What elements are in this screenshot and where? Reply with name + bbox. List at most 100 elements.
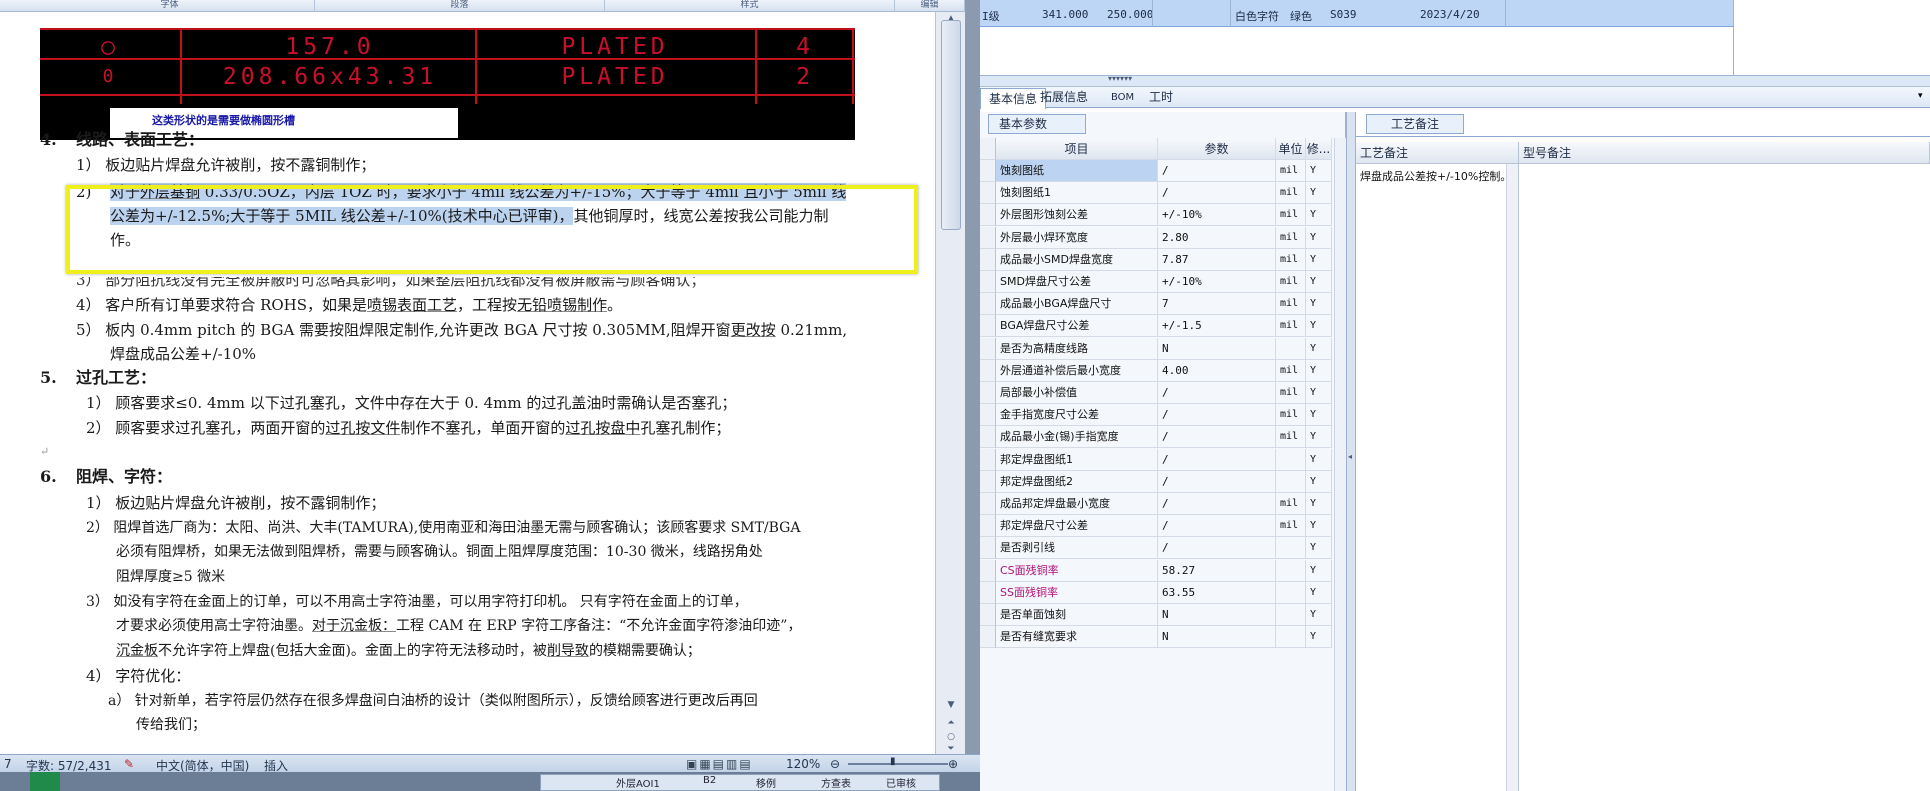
tab-work-hours[interactable]: 工时 <box>1141 87 1181 108</box>
grid-row[interactable]: 蚀刻图纸1/mil Y <box>980 182 1346 205</box>
cell-param[interactable]: N <box>1158 337 1276 360</box>
grid-row[interactable]: BGA焊盘尺寸公差 +/-1.5 mil Y <box>980 315 1346 338</box>
cell-modifiable[interactable]: Y <box>1306 493 1332 515</box>
splitter-grip-icon[interactable]: ▾▾▾▾▾▾ <box>1108 74 1132 83</box>
grid-scrollbar[interactable] <box>1334 138 1346 791</box>
cell-unit[interactable]: mil <box>1276 426 1306 449</box>
zoom-slider-thumb-icon[interactable]: ▮ <box>890 756 896 767</box>
grid-row[interactable]: 金手指宽度尺寸公差 / mil Y <box>980 404 1346 427</box>
cell-modifiable[interactable]: Y <box>1306 559 1332 582</box>
cell-param[interactable]: / <box>1158 470 1276 493</box>
cell-unit[interactable]: mil <box>1276 293 1306 316</box>
ribbon-group-font[interactable]: 字体 <box>25 0 315 12</box>
grid-row[interactable]: CS面残铜率 58.27 Y <box>980 559 1346 582</box>
splitter-bar[interactable]: ▾▾▾▾▾▾ <box>980 74 1930 86</box>
cell-param[interactable]: / <box>1158 448 1276 471</box>
remark-scrollbar[interactable] <box>1506 164 1518 791</box>
pane-splitter[interactable]: ◂ <box>1346 112 1356 791</box>
cell-unit[interactable] <box>1276 604 1306 626</box>
cell-modifiable[interactable]: Y <box>1306 160 1332 182</box>
ribbon-group-paragraph[interactable]: 段落 <box>315 0 605 12</box>
cell-unit[interactable]: mil <box>1276 271 1306 293</box>
tab-bom[interactable]: BOM <box>1103 87 1142 108</box>
cell-modifiable[interactable]: Y <box>1306 581 1332 604</box>
grid-row[interactable]: SS面残铜率 63.55 Y <box>980 581 1346 604</box>
scroll-down-arrow-icon[interactable]: ▼ <box>943 698 959 712</box>
cell-modifiable[interactable]: Y <box>1306 626 1332 649</box>
cell-item[interactable]: 局部最小补偿值 <box>996 382 1158 404</box>
grid-row[interactable]: 是否单面蚀刻 N Y <box>980 604 1346 626</box>
cell-unit[interactable]: mil <box>1276 382 1306 404</box>
cell-modifiable[interactable]: Y <box>1306 315 1332 338</box>
cell-modifiable[interactable]: Y <box>1306 604 1332 626</box>
cell-item[interactable]: SMD焊盘尺寸公差 <box>996 271 1158 293</box>
cell-unit[interactable]: mil <box>1276 493 1306 515</box>
tab-process-remarks[interactable]: 工艺备注 <box>1366 114 1464 134</box>
header-process-remark[interactable]: 工艺备注 <box>1356 142 1519 164</box>
cell-item[interactable]: 外层通道补偿后最小宽度 <box>996 359 1158 382</box>
cell-param[interactable]: 58.27 <box>1158 559 1276 582</box>
cell-item[interactable]: 蚀刻图纸1 <box>996 182 1158 205</box>
cell-modifiable[interactable]: Y <box>1306 537 1332 560</box>
grid-row[interactable]: 邦定焊盘尺寸公差 / mil Y <box>980 515 1346 538</box>
cell-param[interactable]: 4.00 <box>1158 359 1276 382</box>
cell-item[interactable]: 是否单面蚀刻 <box>996 604 1158 626</box>
header-model-remark[interactable]: 型号备注 <box>1519 142 1930 164</box>
cell-modifiable[interactable]: Y <box>1306 404 1332 427</box>
process-remark-text[interactable]: 焊盘成品公差按+/-10%控制。 <box>1360 168 1511 184</box>
cell-item[interactable]: 成品邦定焊盘最小宽度 <box>996 493 1158 515</box>
document-vertical-scrollbar[interactable]: ▲ ▼ ⏶ ○ ⏷ <box>935 12 965 754</box>
previous-page-icon[interactable]: ⏶ <box>943 716 959 730</box>
cell-param[interactable]: 63.55 <box>1158 581 1276 604</box>
cell-unit[interactable]: mil <box>1276 160 1306 182</box>
cell-param[interactable]: / <box>1158 515 1276 538</box>
cell-unit[interactable] <box>1276 337 1306 360</box>
cell-item[interactable]: 是否剥引线 <box>996 537 1158 560</box>
cell-unit[interactable] <box>1276 470 1306 493</box>
cell-modifiable[interactable]: Y <box>1306 226 1332 249</box>
cell-unit[interactable]: mil <box>1276 359 1306 382</box>
cell-unit[interactable] <box>1276 537 1306 560</box>
cell-unit[interactable]: mil <box>1276 315 1306 338</box>
cell-modifiable[interactable]: Y <box>1306 248 1332 271</box>
proofing-icon[interactable]: ✎ <box>124 757 134 771</box>
cell-unit[interactable]: mil <box>1276 182 1306 205</box>
tab-extended-info[interactable]: 拓展信息 <box>1032 87 1096 108</box>
cell-param[interactable]: +/-10% <box>1158 271 1276 293</box>
cell-modifiable[interactable]: Y <box>1306 337 1332 360</box>
cell-item[interactable]: 蚀刻图纸 <box>996 160 1158 182</box>
cell-unit[interactable] <box>1276 559 1306 582</box>
cell-param[interactable]: +/-10% <box>1158 204 1276 227</box>
grid-row[interactable]: SMD焊盘尺寸公差 +/-10% mil Y <box>980 271 1346 293</box>
cell-unit[interactable]: mil <box>1276 248 1306 271</box>
cell-param[interactable]: N <box>1158 626 1276 649</box>
ribbon-group-styles[interactable]: 样式 <box>605 0 895 12</box>
cell-modifiable[interactable]: Y <box>1306 448 1332 471</box>
header-param[interactable]: 参数 <box>1158 138 1276 160</box>
grid-row[interactable]: 外层通道补偿后最小宽度 4.00 mil Y <box>980 359 1346 382</box>
header-modifiable[interactable]: 修... <box>1306 138 1332 160</box>
header-unit[interactable]: 单位 <box>1276 138 1306 160</box>
status-page[interactable]: 7 <box>4 757 12 771</box>
cell-item[interactable]: 成品最小金(锡)手指宽度 <box>996 426 1158 449</box>
cell-param[interactable]: / <box>1158 382 1276 404</box>
cell-param[interactable]: / <box>1158 537 1276 560</box>
cell-modifiable[interactable]: Y <box>1306 271 1332 293</box>
cell-item[interactable]: 邦定焊盘图纸2 <box>996 470 1158 493</box>
cell-item[interactable]: 外层图形蚀刻公差 <box>996 204 1158 227</box>
ribbon-group-editing[interactable]: 编辑 <box>895 0 965 12</box>
status-zoom-level[interactable]: 120% <box>786 757 820 771</box>
grid-row[interactable]: 蚀刻图纸 / mil Y <box>980 160 1346 182</box>
grid-row[interactable]: 成品最小金(锡)手指宽度 / mil Y <box>980 426 1346 449</box>
grid-row[interactable]: 成品最小BGA焊盘尺寸 7 mil Y <box>980 293 1346 316</box>
grid-row[interactable]: 是否有缝宽要求 N Y <box>980 626 1346 649</box>
cell-param[interactable]: +/-1.5 <box>1158 315 1276 338</box>
grid-row[interactable]: 邦定焊盘图纸2/ Y <box>980 470 1346 493</box>
cell-modifiable[interactable]: Y <box>1306 359 1332 382</box>
cell-param[interactable]: / <box>1158 182 1276 205</box>
cell-modifiable[interactable]: Y <box>1306 382 1332 404</box>
scroll-thumb[interactable] <box>941 20 961 230</box>
cell-modifiable[interactable]: Y <box>1306 182 1332 205</box>
cell-item[interactable]: 邦定焊盘图纸1 <box>996 448 1158 471</box>
grid-row[interactable]: 成品邦定焊盘最小宽度 / mil Y <box>980 493 1346 515</box>
